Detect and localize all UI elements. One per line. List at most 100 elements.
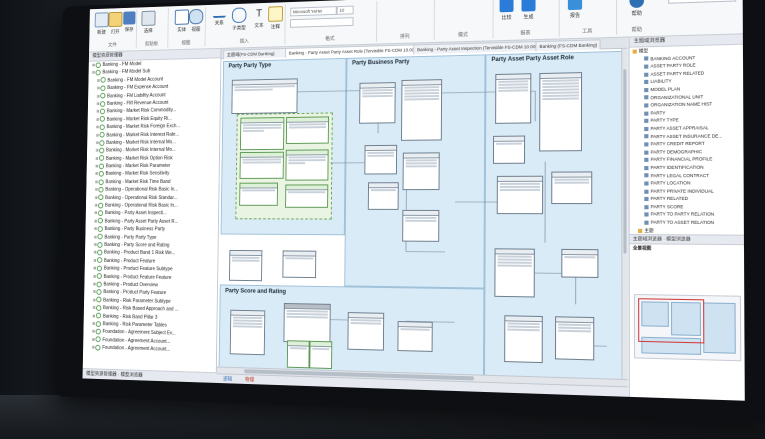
text-icon: T [253,7,266,21]
save-icon [123,11,135,24]
entity-rating-detail[interactable] [309,341,332,369]
entity-supplier[interactable] [368,182,399,210]
overview-minimap[interactable] [634,294,741,361]
tree-item-label: Banking - Party Asset Inspecti... [105,211,167,217]
subject-tree-item[interactable]: PARTY PRIVATE INDIVIDUAL [630,187,745,195]
panel-footer-tabs[interactable]: 模型资源管理器 · 模型浏览器 [83,368,220,383]
tree-item[interactable]: ⊞ Banking - Operational Risk Standar... [86,194,218,202]
entity-party-status[interactable] [229,250,262,281]
scroll-thumb[interactable] [623,69,626,253]
tree-item-label: Banking - FM Model [102,61,141,68]
entity-icon [644,213,648,217]
subject-tree-item[interactable]: PARTY SCORE [630,203,745,211]
font-family-select[interactable]: Microsoft YaHei [290,6,337,16]
entity-credit-rating[interactable] [347,312,384,351]
tree-root-label: 模型 [639,48,648,53]
help-icon [629,0,644,8]
diagram-status-icon [99,132,104,138]
diagram-status-icon [97,258,102,264]
minimap-viewport[interactable] [638,298,704,343]
entity-business-party[interactable] [359,82,396,124]
diagram-status-icon [99,140,104,146]
subject-tree-label: PARTY LOCATION [651,180,691,185]
entity-party-relation[interactable] [403,152,440,190]
diagram-status-icon [98,226,103,232]
entity-party-segment[interactable] [282,250,316,278]
subject-tree-item[interactable]: PARTY LOCATION [630,179,745,187]
diagram-canvas[interactable]: Party Party Type Party Business Party Pa… [217,49,628,387]
save-button[interactable]: 保存 [120,11,138,36]
tree-item-label: Banking - Party Business Party [104,226,165,232]
group-caption: 格式 [284,34,376,43]
subject-tree-label: PARTY PRIVATE INDIVIDUAL [651,188,714,193]
tree-item-label: Banking - Market Risk Sensitivity [106,171,170,177]
entity-asset-rating[interactable] [504,315,543,363]
generate-icon [521,0,535,12]
tree-item-label: Banking - Risk Parameter Subtype [103,297,171,304]
vertical-scrollbar[interactable] [621,49,627,380]
entity-asset-type[interactable] [493,136,525,164]
tree-item[interactable]: ⊞ Banking - Operational Risk Basic In... [86,186,218,194]
entity-party-role[interactable] [401,79,442,141]
entity-asset-location[interactable] [561,249,598,278]
model-explorer-panel: 模型资源管理器 ⊞ Banking - FM Model ⊞ Banking - FM… [83,49,222,383]
select-button[interactable]: 选择 [139,11,157,36]
entity-rating-agency[interactable] [397,321,432,352]
diagram-status-icon [97,265,102,271]
tree-item[interactable]: ⊞ Banking - Operational Risk Basic In... [86,202,218,210]
entity-household[interactable] [239,183,278,206]
entity-asset-inspection[interactable] [497,176,543,214]
model-tree: ⊞ Banking - FM Model ⊞ Banking - FM Model S… [83,58,220,355]
entity-asset-valuation[interactable] [551,171,592,204]
entity-icon [644,197,648,201]
diagram-status-icon [96,289,101,295]
entity-individual[interactable] [286,116,329,144]
entity-external-org[interactable] [285,149,328,180]
generate-button[interactable]: 生成 [518,0,538,24]
subject-tree-item[interactable]: PARTY RELATED [630,195,745,203]
annotation-button[interactable]: 注释 [266,6,285,31]
relationship-button[interactable]: 关系 [210,8,228,33]
search-input[interactable]: 搜索 [668,0,736,4]
entity-party-score[interactable] [230,310,266,356]
report-button[interactable]: 报告 [565,0,585,22]
entity-party-type[interactable] [231,78,297,114]
help-button[interactable]: 帮助 [626,0,647,20]
entity-legal-entity[interactable] [285,184,328,207]
tree-item-label: Banking - Product Feature Feature [104,274,172,281]
physical-view-tab[interactable]: 物理 [242,375,257,385]
minimap-region [703,302,736,353]
subject-tree-item[interactable]: PARTY TO ASSET RELATION [630,219,745,227]
entity-score-detail[interactable] [287,340,310,368]
button-label: 帮助 [626,10,647,18]
logical-view-tab[interactable]: 逻辑 [220,374,235,384]
subject-tree-label: PARTY FINANCIAL PROFILE [651,157,713,163]
view-button[interactable]: 视图 [187,9,205,34]
entity-asset-insurance[interactable] [494,248,534,297]
entity-organization[interactable] [240,117,284,150]
entity-asset-appraisal[interactable] [555,316,594,360]
diagram-status-icon [98,218,103,224]
entity-party-asset-role[interactable] [539,72,582,151]
diagram-status-icon [97,242,102,248]
subtype-button[interactable]: 子类型 [230,7,248,32]
laptop-bezel: 文件 剪贴板 视图 插入 格式 排列 模式 报表 工具 帮助 新建 打开 保存 … [55,0,765,423]
font-size-select[interactable]: 10 [337,6,354,15]
entity-customer[interactable] [364,145,397,175]
subject-area-browser: 主题域浏览器 模型 BANKING ACCOUNT ASSET PARTY ROL… [628,34,744,400]
entity-internal-org[interactable] [240,152,284,179]
entity-rating-model[interactable] [283,303,330,343]
compare-button[interactable]: 比较 [497,0,517,24]
group-caption: 报表 [493,28,559,37]
minimap-title: 全景视图 [630,245,745,254]
select-icon [141,11,155,26]
entity-icon [644,181,648,185]
button-label: 生成 [518,13,538,21]
annotation-icon [268,6,283,22]
tree-item-label: Banking - Market Risk Internal Mo... [106,139,176,145]
entity-icon [644,189,648,193]
entity-party-account[interactable] [402,210,439,242]
subject-tree-label: PARTY TO PARTY RELATION [651,212,714,217]
entity-asset[interactable] [495,73,531,124]
tree-item-label: Banking - Product Party Feature [103,290,166,297]
